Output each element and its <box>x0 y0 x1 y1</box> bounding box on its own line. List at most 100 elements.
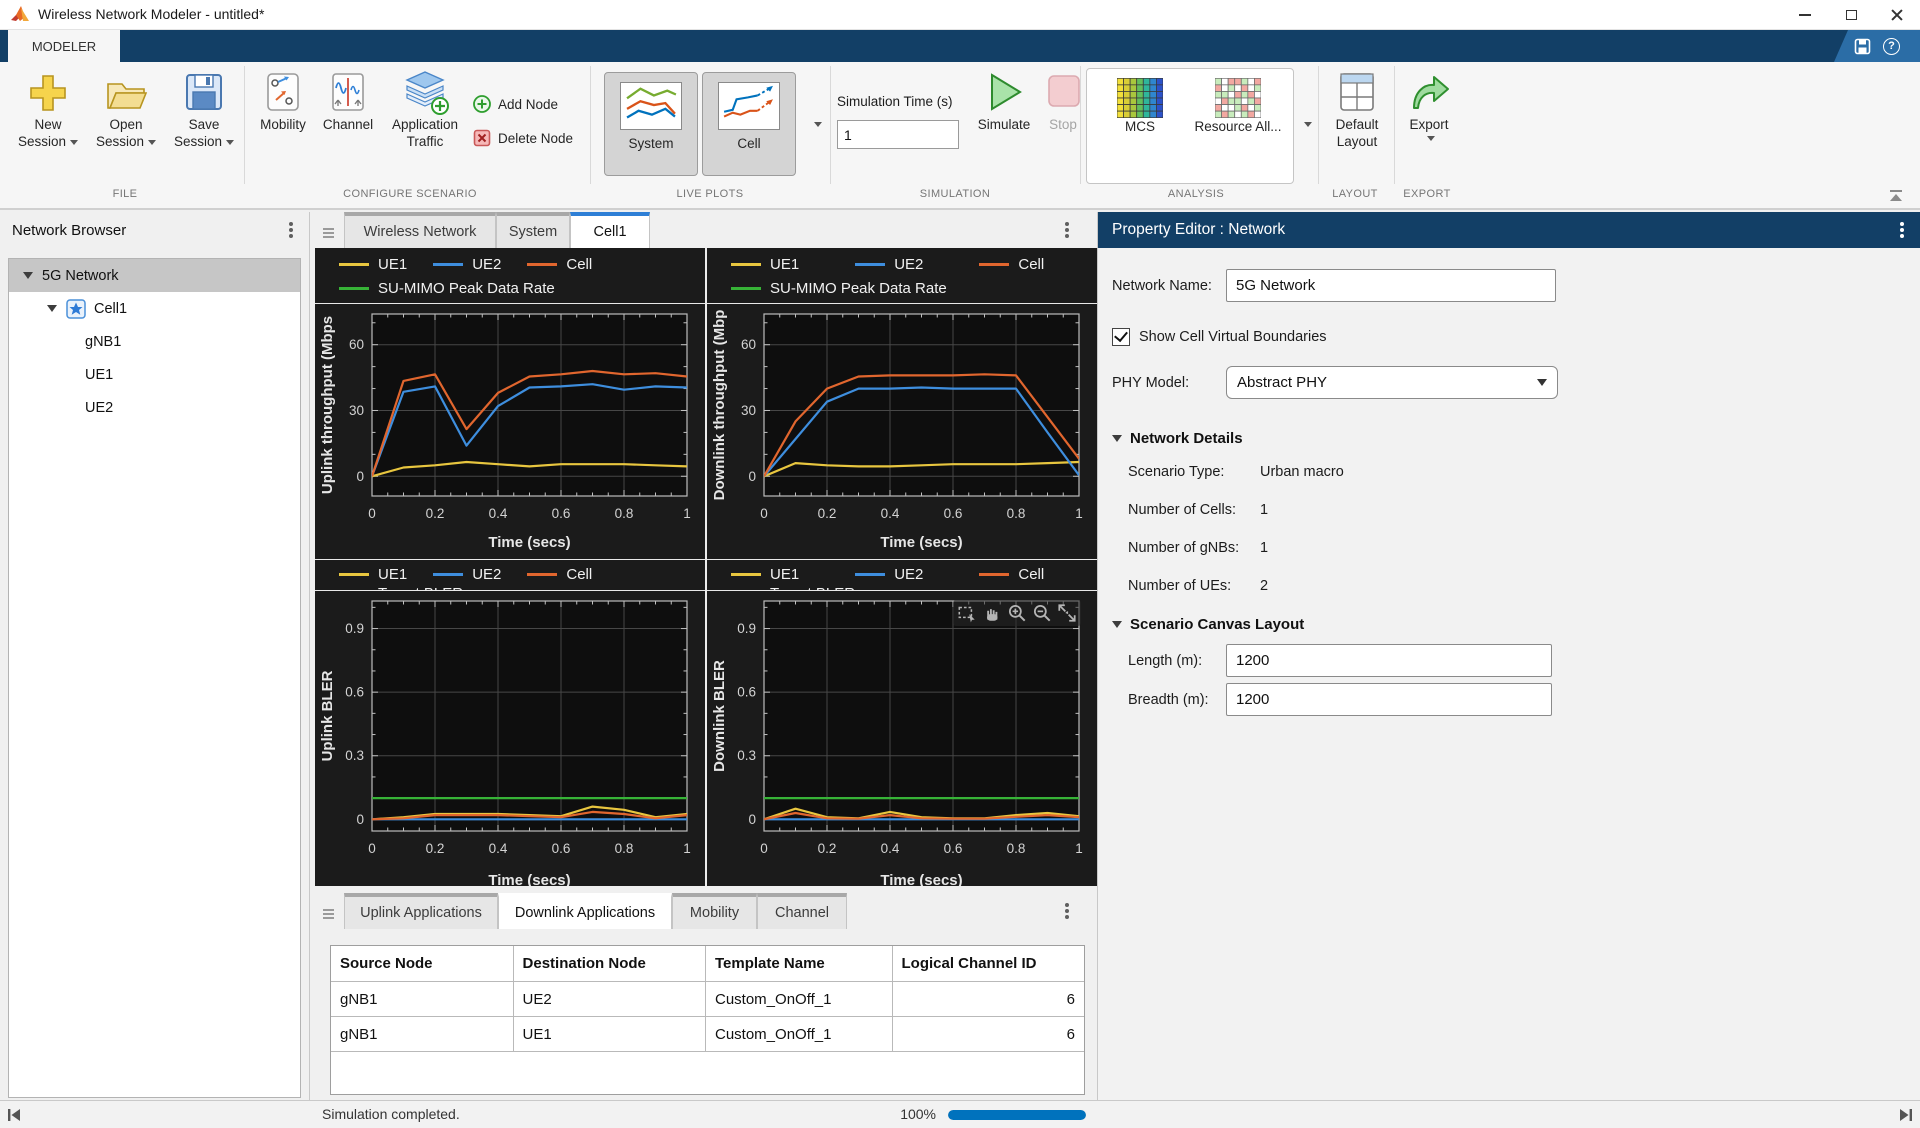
legend-swatch-icon <box>339 287 369 290</box>
svg-text:1: 1 <box>683 841 691 856</box>
svg-text:0.4: 0.4 <box>881 506 900 521</box>
svg-text:Time (secs): Time (secs) <box>488 872 570 886</box>
save-session-button[interactable]: Save Session <box>168 70 240 150</box>
close-button[interactable] <box>1874 0 1920 30</box>
default-layout-button[interactable]: Default Layout <box>1326 70 1388 150</box>
legend-item[interactable]: UE2 <box>433 566 501 583</box>
group-divider <box>1318 66 1319 184</box>
cell-plot-toggle[interactable]: Cell <box>702 72 796 176</box>
resource-allocation-icon <box>1215 78 1261 118</box>
canvas-layout-section[interactable]: Scenario Canvas Layout <box>1112 616 1304 633</box>
legend-item[interactable]: UE2 <box>855 566 923 583</box>
add-node-button[interactable]: Add Node <box>472 94 558 114</box>
tab-mobility[interactable]: Mobility <box>672 893 757 929</box>
tab-downlink-applications[interactable]: Downlink Applications <box>498 893 672 929</box>
legend-item[interactable]: UE1 <box>731 566 799 583</box>
legend-item[interactable]: Cell <box>979 566 1044 583</box>
tab-modeler[interactable]: MODELER <box>8 30 120 62</box>
svg-text:0.8: 0.8 <box>1007 506 1026 521</box>
svg-text:1: 1 <box>683 506 691 521</box>
tree-item-cell1[interactable]: Cell1 <box>9 292 300 325</box>
new-session-button[interactable]: New Session <box>12 70 84 150</box>
analysis-dropdown-icon[interactable] <box>1304 122 1312 127</box>
tree-expander-icon[interactable] <box>23 272 33 279</box>
breadth-input[interactable] <box>1226 683 1552 716</box>
help-icon[interactable]: ? <box>1883 38 1900 55</box>
show-boundaries-checkbox[interactable] <box>1112 328 1130 346</box>
mobility-button[interactable]: Mobility <box>252 70 314 133</box>
tree-item-ue1[interactable]: UE1 <box>9 358 300 391</box>
legend-item[interactable]: UE1 <box>339 256 407 273</box>
svg-text:0.4: 0.4 <box>881 841 900 856</box>
legend-item[interactable]: UE1 <box>731 256 799 273</box>
application-traffic-button[interactable]: Application Traffic <box>382 70 468 150</box>
legend-item[interactable]: Cell <box>527 256 592 273</box>
zoom-out-icon[interactable] <box>1031 602 1053 624</box>
pan-icon[interactable] <box>981 602 1003 624</box>
uplink-bler-legend: UE1UE2CellTarget BLER <box>315 559 705 591</box>
simulation-time-input[interactable] <box>837 120 959 149</box>
legend-item[interactable]: Cell <box>979 256 1044 273</box>
table-row[interactable]: gNB1 UE2 Custom_OnOff_1 6 <box>331 982 1084 1017</box>
export-button[interactable]: Export <box>1400 70 1458 141</box>
legend-item[interactable]: UE2 <box>433 256 501 273</box>
brush-select-icon[interactable] <box>956 602 978 624</box>
tab-uplink-applications[interactable]: Uplink Applications <box>344 893 498 929</box>
open-session-button[interactable]: Open Session <box>90 70 162 150</box>
network-details-section[interactable]: Network Details <box>1112 430 1243 447</box>
tree-item-network[interactable]: 5G Network <box>9 259 300 292</box>
minimize-button[interactable] <box>1782 0 1828 30</box>
save-icon[interactable] <box>1854 38 1871 55</box>
phy-model-dropdown[interactable]: Abstract PHY <box>1226 366 1558 399</box>
simulate-icon <box>982 70 1026 116</box>
tab-system[interactable]: System <box>496 212 570 248</box>
channel-button[interactable]: Channel <box>318 70 378 133</box>
length-input[interactable] <box>1226 644 1552 677</box>
mcs-button[interactable]: MCS <box>1100 78 1180 135</box>
live-plots-dropdown-icon[interactable] <box>814 122 822 127</box>
drag-grip-icon[interactable] <box>323 232 334 234</box>
simulate-button[interactable]: Simulate <box>972 70 1036 133</box>
tab-cell1[interactable]: Cell1 <box>570 212 650 248</box>
table-empty-row[interactable] <box>331 1052 1084 1094</box>
add-node-icon <box>472 94 492 114</box>
network-name-label: Network Name: <box>1112 278 1212 294</box>
legend-item[interactable]: Cell <box>527 566 592 583</box>
drag-grip-icon[interactable] <box>323 913 334 915</box>
group-label-liveplots: LIVE PLOTS <box>620 188 800 208</box>
tab-bar-menu-icon[interactable] <box>1065 228 1069 232</box>
svg-text:0.2: 0.2 <box>818 506 837 521</box>
system-plot-toggle[interactable]: System <box>604 72 698 176</box>
tree-item-ue2[interactable]: UE2 <box>9 391 300 424</box>
tab-channel[interactable]: Channel <box>757 893 847 929</box>
table-row[interactable]: gNB1 UE1 Custom_OnOff_1 6 <box>331 1017 1084 1052</box>
legend-item[interactable]: UE1 <box>339 566 407 583</box>
downlink-bler-legend: UE1UE2CellTarget BLER <box>707 559 1097 591</box>
svg-text:1: 1 <box>1075 841 1083 856</box>
downlink-applications-table: Source Node Destination Node Template Na… <box>330 945 1085 1095</box>
panel-menu-icon[interactable] <box>1900 228 1904 232</box>
panel-menu-icon[interactable] <box>289 228 293 232</box>
maximize-button[interactable] <box>1828 0 1874 30</box>
export-icon <box>1406 70 1452 116</box>
collapse-right-panel-icon[interactable] <box>1898 1107 1914 1123</box>
collapse-ribbon-icon[interactable] <box>1890 190 1902 201</box>
group-divider <box>244 66 245 184</box>
legend-item[interactable]: UE2 <box>855 256 923 273</box>
tab-bar-menu-icon[interactable] <box>1065 909 1069 913</box>
resource-allocation-button[interactable]: Resource All... <box>1190 78 1286 135</box>
group-label-configure: CONFIGURE SCENARIO <box>290 188 530 208</box>
zoom-in-icon[interactable] <box>1006 602 1028 624</box>
column-header: Destination Node <box>514 946 706 982</box>
svg-text:60: 60 <box>741 337 756 352</box>
delete-node-button[interactable]: Delete Node <box>472 128 573 148</box>
tab-wireless-network[interactable]: Wireless Network <box>344 212 496 248</box>
restore-view-icon[interactable] <box>1056 602 1078 624</box>
live-plots-area: UE1UE2CellSU-MIMO Peak Data Rate 0306000… <box>315 248 1097 886</box>
tree-item-gnb1[interactable]: gNB1 <box>9 325 300 358</box>
legend-item[interactable]: SU-MIMO Peak Data Rate <box>339 280 555 297</box>
network-name-input[interactable] <box>1226 269 1556 302</box>
tree-expander-icon[interactable] <box>47 305 57 312</box>
collapse-left-panel-icon[interactable] <box>6 1107 22 1123</box>
legend-item[interactable]: SU-MIMO Peak Data Rate <box>731 280 947 297</box>
